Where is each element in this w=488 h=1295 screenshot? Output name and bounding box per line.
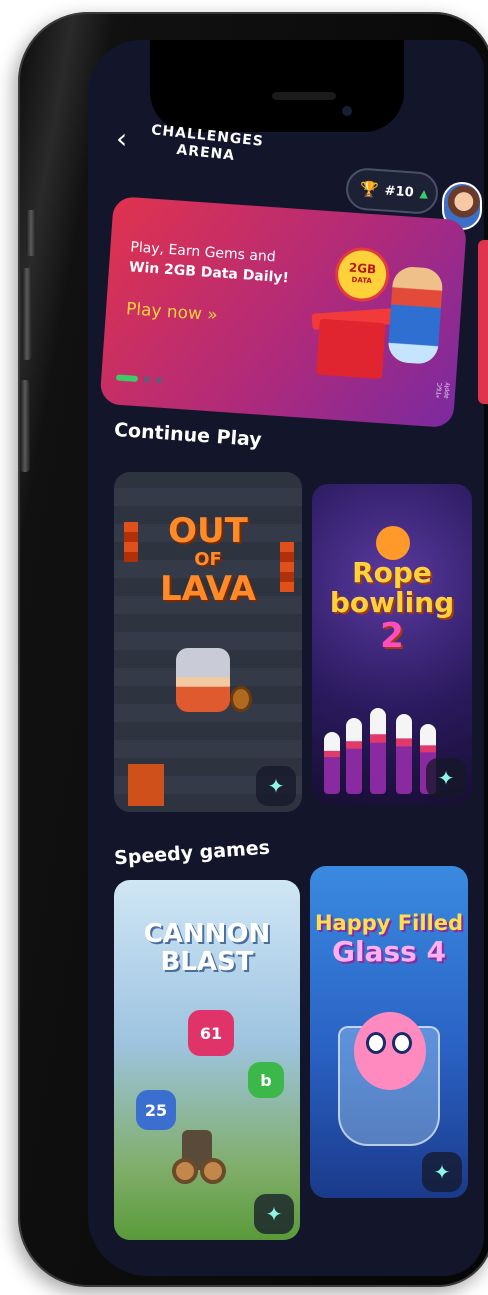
cannon-wheel: [172, 1158, 198, 1184]
rank-badge[interactable]: 🏆 #10 ▲: [344, 166, 440, 216]
game-title-line-1: CANNON: [143, 919, 271, 949]
gift-box-icon: [316, 318, 386, 380]
trophy-icon: 🏆: [359, 179, 380, 200]
game-title: CANNON BLAST: [114, 920, 300, 976]
game-card-happy-filled-glass-4[interactable]: Happy Filled Glass 4 ✦: [310, 866, 468, 1198]
gem-icon: ✦: [254, 1194, 294, 1234]
surfer-character: [387, 265, 444, 365]
cannon-wheel: [200, 1158, 226, 1184]
rank-value: #10: [384, 183, 415, 200]
arrow-up-icon: ▲: [419, 186, 429, 201]
game-title-line-2: BLAST: [160, 947, 254, 977]
character-eye: [366, 1032, 386, 1054]
game-title-line-1: Rope: [352, 556, 432, 589]
number-block: 25: [136, 1090, 176, 1130]
game-title: OUT OF LAVA: [114, 512, 302, 608]
next-banner-peek[interactable]: [478, 240, 488, 404]
chevron-left-icon: ‹: [116, 122, 128, 155]
data-badge: 2GB DATA: [333, 245, 391, 304]
bowling-ball-icon: [376, 526, 410, 560]
bowling-pin-icon: [396, 714, 412, 794]
game-card-cannon-blast[interactable]: CANNON BLAST 61 b 25 ✦: [114, 880, 300, 1240]
knight-character: [176, 648, 230, 712]
number-block: b: [248, 1062, 284, 1098]
gem-icon: ✦: [256, 766, 296, 806]
phone-notch: [150, 40, 404, 132]
carousel-dot[interactable]: [143, 376, 151, 383]
shield-icon: [230, 686, 252, 712]
data-badge-unit: DATA: [351, 275, 373, 286]
promo-banner[interactable]: Play, Earn Gems and Win 2GB Data Daily! …: [99, 196, 468, 429]
phone-camera: [342, 106, 352, 116]
back-button[interactable]: ‹: [116, 122, 127, 155]
phone-silent-switch: [26, 210, 36, 256]
game-title-line-3: 2: [380, 616, 404, 656]
phone-speaker: [272, 92, 336, 100]
game-title: Rope bowling 2: [312, 556, 472, 656]
game-title-line-3: LAVA: [160, 569, 256, 609]
carousel-dot[interactable]: [155, 377, 163, 384]
game-title-line-2: Glass 4: [331, 935, 447, 968]
gem-icon: ✦: [426, 758, 466, 798]
character-eye: [392, 1032, 412, 1054]
number-block: 61: [188, 1010, 234, 1056]
game-title-line-1: Happy Filled: [314, 911, 464, 935]
game-title: Happy Filled Glass 4: [310, 910, 468, 968]
phone-volume-up: [22, 268, 32, 360]
game-title-line-2: bowling: [329, 586, 455, 619]
game-card-rope-bowling-2[interactable]: Rope bowling 2 ✦: [312, 484, 472, 804]
gem-icon: ✦: [422, 1152, 462, 1192]
phone-volume-down: [20, 380, 30, 472]
bowling-pin-icon: [346, 718, 362, 794]
game-title-line-1: OUT: [168, 511, 248, 551]
game-title-line-2: OF: [194, 549, 222, 570]
lava-block: [128, 764, 164, 806]
game-card-out-of-lava[interactable]: OUT OF LAVA ✦: [114, 472, 302, 812]
terms-note: *T&C apply: [435, 381, 451, 399]
bowling-pin-icon: [324, 732, 340, 794]
pink-character: [354, 1012, 426, 1090]
bowling-pin-icon: [370, 708, 386, 794]
play-now-button[interactable]: Play now »: [125, 299, 218, 325]
